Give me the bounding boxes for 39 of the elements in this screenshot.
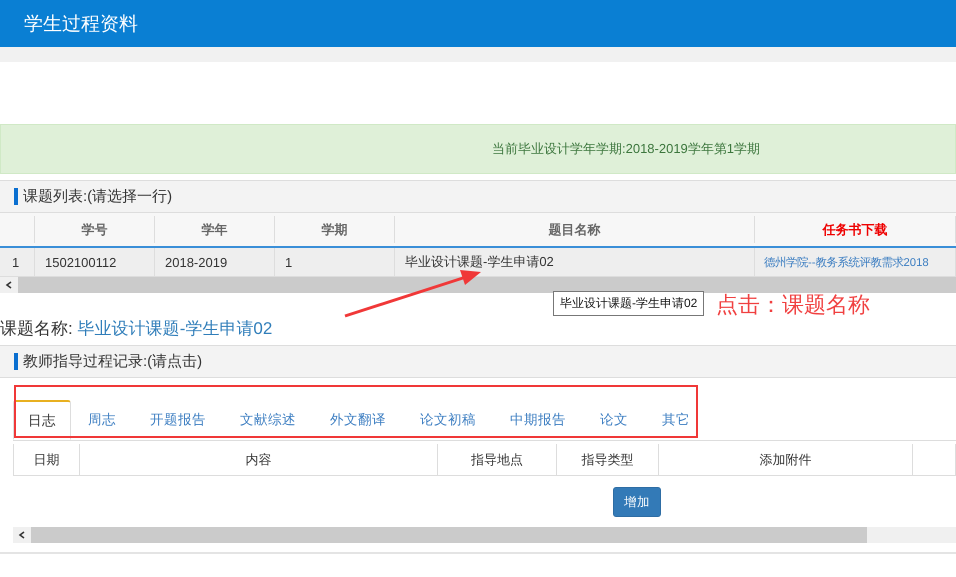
semester-alert: 当前毕业设计学年学期:2018-2019学年第1学期 [0,124,956,174]
column-header: 学号 [82,220,108,238]
table-row[interactable]: 1 1502100112 2018-2019 1 毕业设计课题-学生申请02 德州学院--教务系统评教需求2018 [0,248,956,277]
topic-name-label: 课题名称: [0,318,73,340]
tooltip: 毕业设计课题-学生申请02 [553,291,704,316]
add-button[interactable]: 增加 [613,487,661,517]
tab[interactable]: 中期报告 [493,400,583,440]
tab[interactable]: 论文 [583,400,645,440]
table-cell: 1 [285,254,292,270]
tab[interactable]: 日志 [13,400,71,440]
column-header: 指导类型 [582,450,634,468]
table-cell: 1502100112 [45,254,116,270]
column-header: 指导地点 [471,450,523,468]
column-header: 内容 [246,450,272,468]
scrollbar-thumb[interactable] [31,527,867,543]
tab[interactable]: 开题报告 [133,400,223,440]
download-link[interactable]: 德州学院--教务系统评教需求2018 [755,254,929,270]
column-header: 添加附件 [760,450,812,468]
column-header: 题目名称 [548,220,600,238]
page-title: 学生过程资料 [0,0,956,47]
panel-title: 课题列表:(请选择一行) [23,187,172,206]
annotation-text: 点击：课题名称 [716,293,870,319]
scrollbar-thumb[interactable] [18,277,956,293]
table-cell: 2018-2019 [165,254,228,270]
tab[interactable]: 外文翻译 [313,400,403,440]
tab[interactable]: 文献综述 [223,400,313,440]
topic-name-value: 毕业设计课题-学生申请02 [78,318,272,340]
column-header: 任务书下载 [822,220,888,238]
panel-title: 教师指导过程记录:(请点击) [23,352,202,371]
column-header: 学年 [202,220,228,238]
column-header: 学期 [322,220,348,238]
tab[interactable]: 其它 [645,400,707,440]
tab[interactable]: 周志 [71,400,133,440]
scroll-left-icon[interactable] [18,531,26,539]
column-header: 日期 [34,450,60,468]
table-cell: 1 [12,254,20,270]
tab[interactable]: 论文初稿 [403,400,493,440]
scroll-left-icon[interactable] [5,281,13,289]
table-cell: 毕业设计课题-学生申请02 [405,253,554,271]
